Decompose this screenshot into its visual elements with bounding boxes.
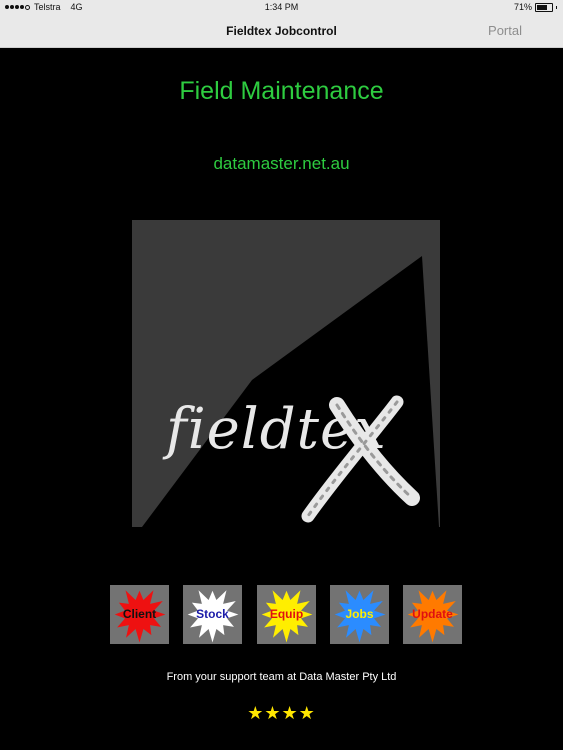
website-link[interactable]: datamaster.net.au xyxy=(0,154,563,174)
stock-button-label: Stock xyxy=(196,607,229,621)
status-right: 71% xyxy=(514,2,557,12)
jobs-button-label: Jobs xyxy=(345,607,374,621)
equip-button-label: Equip xyxy=(269,607,304,621)
navigation-bar: Fieldtex Jobcontrol Portal xyxy=(0,15,563,48)
update-button[interactable]: Update xyxy=(403,585,462,644)
page-title: Field Maintenance xyxy=(179,77,384,105)
stock-button[interactable]: Stock xyxy=(183,585,242,644)
client-button[interactable]: Client xyxy=(110,585,169,644)
battery-percent: 71% xyxy=(513,2,532,12)
footer-text: From your support team at Data Master Pt… xyxy=(166,671,397,683)
update-button-label: Update xyxy=(412,607,453,621)
status-time: 1:34 PM xyxy=(264,2,299,12)
status-bar: Telstra 4G 1:34 PM 71% xyxy=(0,0,563,15)
portal-button[interactable]: Portal xyxy=(488,23,522,38)
rating-stars: ★★★★ xyxy=(247,703,316,723)
nav-title: Fieldtex Jobcontrol xyxy=(226,24,337,38)
equip-button[interactable]: Equip xyxy=(257,585,316,644)
jobs-button[interactable]: Jobs xyxy=(330,585,389,644)
logo-graphic: fieldtex xyxy=(132,220,440,527)
fieldtex-logo: fieldtex xyxy=(132,220,440,527)
client-button-label: Client xyxy=(122,607,157,621)
battery-icon xyxy=(535,2,553,12)
